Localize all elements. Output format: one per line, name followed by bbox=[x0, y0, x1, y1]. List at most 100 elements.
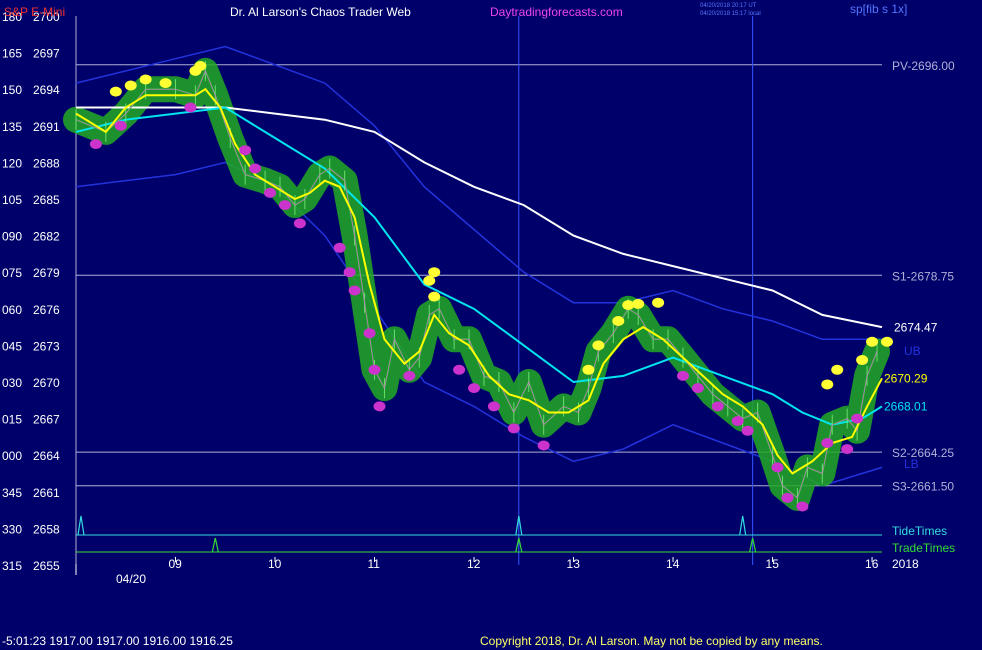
y-tick-angle-6: 090 bbox=[2, 230, 22, 244]
y-tick-price-6: 2682 bbox=[33, 230, 60, 244]
y-tick-price-10: 2670 bbox=[33, 376, 60, 390]
low-dot-23 bbox=[731, 416, 744, 427]
low-dot-8 bbox=[333, 242, 346, 253]
low-dot-29 bbox=[841, 444, 854, 455]
y-tick-price-2: 2694 bbox=[33, 83, 60, 97]
y-tick-price-13: 2661 bbox=[33, 486, 60, 500]
tide-spike-2 bbox=[739, 515, 747, 536]
level-label-3: S3-2661.50 bbox=[892, 480, 954, 494]
low-dot-0 bbox=[89, 139, 102, 150]
low-dot-28 bbox=[821, 438, 834, 448]
low-dot-14 bbox=[403, 370, 416, 381]
low-dot-6 bbox=[278, 200, 291, 211]
low-dot-22 bbox=[711, 401, 724, 412]
low-dot-30 bbox=[851, 413, 864, 424]
high-dot-5 bbox=[194, 61, 207, 72]
y-tick-price-12: 2664 bbox=[33, 449, 60, 463]
low-dot-12 bbox=[368, 364, 381, 375]
low-dot-17 bbox=[487, 401, 500, 412]
y-tick-angle-2: 150 bbox=[2, 83, 22, 97]
high-dot-14 bbox=[652, 297, 665, 308]
end-value-label-1: 2670.29 bbox=[884, 371, 928, 385]
y-tick-price-14: 2658 bbox=[33, 522, 60, 536]
high-dot-17 bbox=[856, 355, 869, 366]
y-tick-angle-9: 045 bbox=[2, 339, 22, 353]
high-dot-1 bbox=[124, 80, 137, 91]
end-value-label-2: 2668.01 bbox=[884, 399, 928, 413]
low-dot-4 bbox=[249, 163, 262, 174]
high-dot-3 bbox=[159, 78, 172, 89]
y-tick-angle-14: 330 bbox=[2, 522, 22, 536]
high-dot-10 bbox=[592, 340, 605, 351]
y-tick-angle-3: 135 bbox=[2, 120, 22, 134]
low-dot-10 bbox=[348, 285, 361, 296]
y-tick-angle-1: 165 bbox=[2, 47, 22, 61]
y-tick-price-7: 2679 bbox=[33, 266, 60, 280]
end-value-label-0: 2674.47 bbox=[894, 320, 938, 334]
chart-canvas: PV-2696.00 S1-2678.75 S2-2664.25 S3-2661.50… bbox=[2, 2, 955, 586]
low-dot-2 bbox=[184, 102, 197, 113]
mode-label: sp[fib s 1x] bbox=[850, 2, 907, 16]
y-tick-angle-8: 060 bbox=[2, 303, 22, 317]
low-dot-21 bbox=[691, 383, 704, 394]
y-tick-angle-15: 315 bbox=[2, 559, 22, 573]
high-dot-2 bbox=[139, 74, 152, 85]
y-tick-price-11: 2667 bbox=[33, 413, 60, 427]
y-tick-price-1: 2697 bbox=[33, 47, 60, 61]
upper-band-label: UB bbox=[904, 344, 921, 358]
trade-times-label: TradeTimes bbox=[892, 541, 955, 555]
low-dot-27 bbox=[796, 501, 809, 512]
low-dot-26 bbox=[781, 492, 794, 503]
high-dot-18 bbox=[866, 336, 879, 347]
level-label-0: PV-2696.00 bbox=[892, 59, 955, 73]
low-dot-9 bbox=[343, 267, 356, 278]
low-dot-16 bbox=[468, 383, 481, 394]
y-tick-price-15: 2655 bbox=[33, 559, 60, 573]
y-tick-angle-13: 345 bbox=[2, 486, 22, 500]
price-glow bbox=[63, 57, 890, 511]
y-tick-angle-11: 015 bbox=[2, 413, 22, 427]
y-tick-angle-12: 000 bbox=[2, 449, 22, 463]
timing-lines bbox=[76, 515, 882, 553]
high-dot-19 bbox=[880, 336, 893, 347]
low-dot-11 bbox=[363, 328, 376, 339]
low-dot-24 bbox=[741, 425, 754, 436]
y-tick-price-3: 2691 bbox=[33, 120, 60, 134]
slow-average-line bbox=[76, 106, 883, 329]
low-dot-18 bbox=[507, 423, 520, 434]
site-link[interactable]: Daytradingforecasts.com bbox=[490, 5, 623, 19]
low-dot-3 bbox=[239, 145, 252, 156]
high-dot-0 bbox=[109, 86, 122, 97]
stamp-local: 04/20/2018 15:17 local bbox=[700, 11, 761, 17]
copyright-notice: Copyright 2018, Dr. Al Larson. May not b… bbox=[480, 634, 823, 648]
high-dot-15 bbox=[821, 379, 834, 390]
year-label: 2018 bbox=[892, 557, 919, 571]
y-tick-price-8: 2676 bbox=[33, 303, 60, 317]
high-dot-16 bbox=[831, 364, 844, 375]
low-dot-20 bbox=[676, 370, 689, 381]
y-tick-price-9: 2673 bbox=[33, 339, 60, 353]
low-dot-7 bbox=[293, 218, 306, 229]
low-dot-1 bbox=[114, 120, 127, 131]
lower-band-label: LB bbox=[904, 457, 919, 471]
y-tick-angle-5: 105 bbox=[2, 193, 22, 207]
y-tick-angle-10: 030 bbox=[2, 376, 22, 390]
high-dot-8 bbox=[428, 267, 441, 278]
low-dot-13 bbox=[373, 401, 386, 412]
stamp-ut: 04/20/2018 20:17 UT bbox=[700, 3, 757, 9]
price-glow-path bbox=[63, 57, 890, 511]
level-label-1: S1-2678.75 bbox=[892, 269, 954, 283]
high-dot-7 bbox=[423, 275, 436, 286]
y-tick-angle-4: 120 bbox=[2, 156, 22, 170]
symbol-label: S&P E-Mini bbox=[4, 5, 65, 19]
trade-spike-0 bbox=[211, 537, 219, 553]
high-dot-13 bbox=[632, 298, 645, 309]
y-tick-price-5: 2685 bbox=[33, 193, 60, 207]
x-tick-2: 11 bbox=[368, 557, 381, 571]
low-dot-25 bbox=[771, 462, 784, 473]
level-label-2: S2-2664.25 bbox=[892, 446, 954, 460]
high-dot-6 bbox=[428, 291, 441, 302]
low-dot-19 bbox=[537, 440, 550, 451]
high-dot-11 bbox=[612, 316, 625, 326]
chart-title: Dr. Al Larson's Chaos Trader Web bbox=[230, 5, 411, 19]
